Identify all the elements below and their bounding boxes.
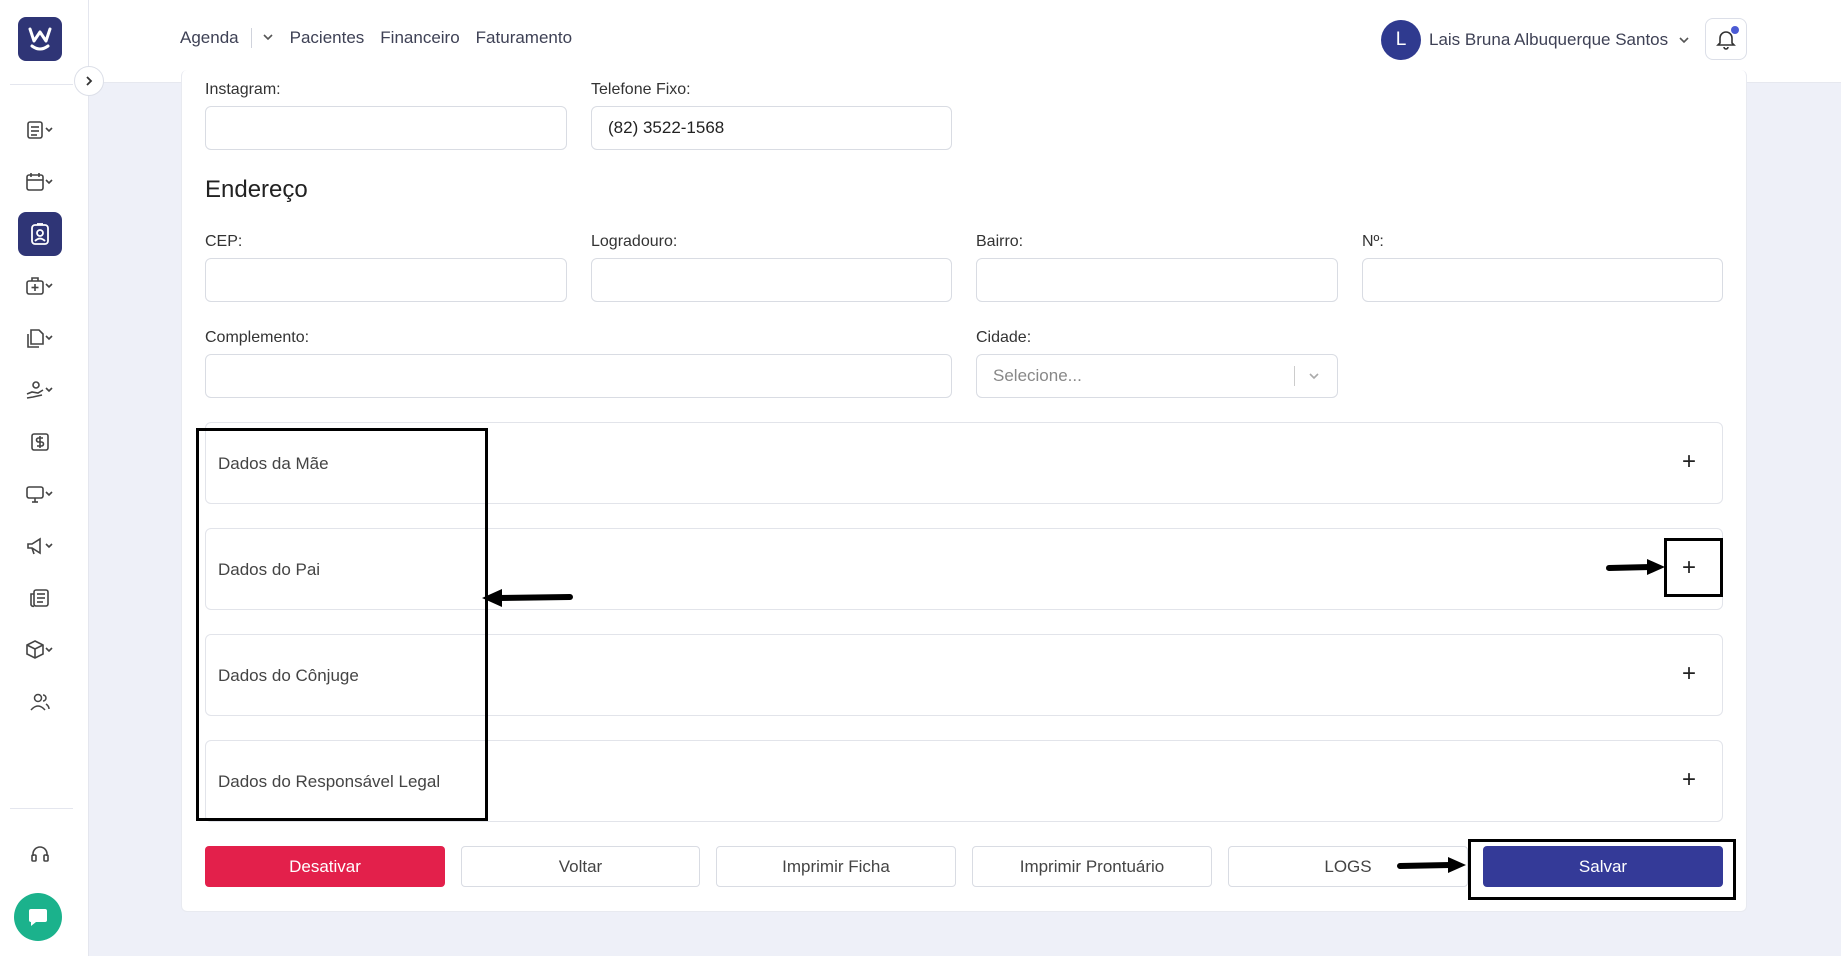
users-icon: [30, 693, 50, 711]
megaphone-icon: [27, 537, 53, 555]
sidebar-item-financial[interactable]: [18, 420, 62, 464]
patient-card-icon: [31, 223, 49, 245]
nav-faturamento[interactable]: Faturamento: [476, 28, 572, 48]
bairro-field[interactable]: [976, 258, 1338, 302]
complemento-field[interactable]: [205, 354, 952, 398]
sidebar-toggle-button[interactable]: [74, 66, 104, 96]
medical-bag-icon: [26, 277, 53, 295]
voltar-button[interactable]: Voltar: [461, 846, 700, 887]
chat-button[interactable]: [14, 893, 62, 941]
bairro-label: Bairro:: [976, 233, 1024, 250]
nav-divider: [250, 28, 252, 48]
sidebar-item-patients[interactable]: [18, 212, 62, 256]
newspaper-icon: [30, 589, 49, 608]
imprimir-ficha-button[interactable]: Imprimir Ficha: [716, 846, 956, 887]
logo-icon: [28, 27, 52, 51]
sidebar-divider: [10, 808, 73, 809]
headset-icon: [31, 846, 49, 862]
chat-icon: [29, 909, 47, 926]
monitor-icon: [26, 486, 53, 503]
dollar-icon: [31, 433, 49, 451]
annotation-arrow-right: [1606, 559, 1665, 575]
nav-agenda-dropdown[interactable]: [262, 28, 274, 48]
sidebar-item-medical[interactable]: [18, 264, 62, 308]
expand-plus-icon[interactable]: +: [1674, 765, 1704, 795]
documents-icon: [27, 329, 53, 348]
logradouro-field[interactable]: [591, 258, 952, 302]
numero-field[interactable]: [1362, 258, 1723, 302]
avatar: L: [1381, 20, 1421, 60]
box-icon: [26, 640, 53, 659]
chevron-right-icon: [86, 76, 93, 86]
sidebar-item-payments[interactable]: [18, 368, 62, 412]
annotation-box-plus: [1664, 538, 1723, 597]
numero-label: Nº:: [1362, 233, 1384, 250]
address-section-title: Endereço: [205, 176, 308, 203]
sidebar-item-calendar[interactable]: [18, 160, 62, 204]
expand-plus-icon[interactable]: +: [1674, 659, 1704, 689]
cidade-placeholder: Selecione...: [993, 366, 1082, 385]
main-nav: Agenda Pacientes Financeiro Faturamento: [180, 28, 588, 48]
select-indicator: [1294, 366, 1321, 386]
nav-financeiro[interactable]: Financeiro: [380, 28, 459, 48]
cep-field[interactable]: [205, 258, 567, 302]
annotation-box-accordions: [196, 428, 488, 821]
imprimir-prontuario-button[interactable]: Imprimir Prontuário: [972, 846, 1212, 887]
notification-dot: [1731, 26, 1739, 34]
list-icon: [27, 121, 53, 139]
sidebar-item-list[interactable]: [18, 108, 62, 152]
sidebar-item-monitor[interactable]: [18, 472, 62, 516]
annotation-arrow-right: [1397, 857, 1466, 873]
app-logo[interactable]: [18, 17, 62, 61]
nav-agenda[interactable]: Agenda: [180, 28, 239, 48]
complemento-label: Complemento:: [205, 329, 310, 346]
annotation-arrow-left: [482, 589, 573, 607]
chevron-down-icon: [1309, 373, 1319, 380]
hand-money-icon: [26, 381, 53, 399]
sidebar-item-documents[interactable]: [18, 316, 62, 360]
chevron-down-icon: [263, 34, 273, 41]
sidebar-item-news[interactable]: [18, 576, 62, 620]
expand-plus-icon[interactable]: +: [1674, 447, 1704, 477]
cep-label: CEP:: [205, 233, 243, 250]
sidebar-divider: [10, 84, 73, 85]
telefone-fixo-field[interactable]: (82) 3522-1568: [591, 106, 952, 150]
sidebar-item-marketing[interactable]: [18, 524, 62, 568]
desativar-button[interactable]: Desativar: [205, 846, 445, 887]
sidebar-item-support[interactable]: [18, 832, 62, 876]
user-name: Lais Bruna Albuquerque Santos: [1429, 30, 1669, 49]
user-menu[interactable]: L Lais Bruna Albuquerque Santos: [1381, 20, 1690, 60]
nav-pacientes[interactable]: Pacientes: [290, 28, 365, 48]
sidebar-item-inventory[interactable]: [18, 628, 62, 672]
calendar-icon: [26, 173, 53, 191]
instagram-field[interactable]: [205, 106, 567, 150]
logradouro-label: Logradouro:: [591, 233, 678, 250]
chevron-down-icon: [1679, 37, 1689, 44]
annotation-box-salvar: [1468, 839, 1736, 900]
instagram-label: Instagram:: [205, 81, 281, 98]
notifications-button[interactable]: [1705, 18, 1747, 60]
cidade-label: Cidade:: [976, 329, 1032, 346]
sidebar-item-users[interactable]: [18, 680, 62, 724]
cidade-select[interactable]: Selecione...: [976, 354, 1338, 398]
sidebar: [0, 0, 89, 956]
telefone-fixo-label: Telefone Fixo:: [591, 81, 691, 98]
